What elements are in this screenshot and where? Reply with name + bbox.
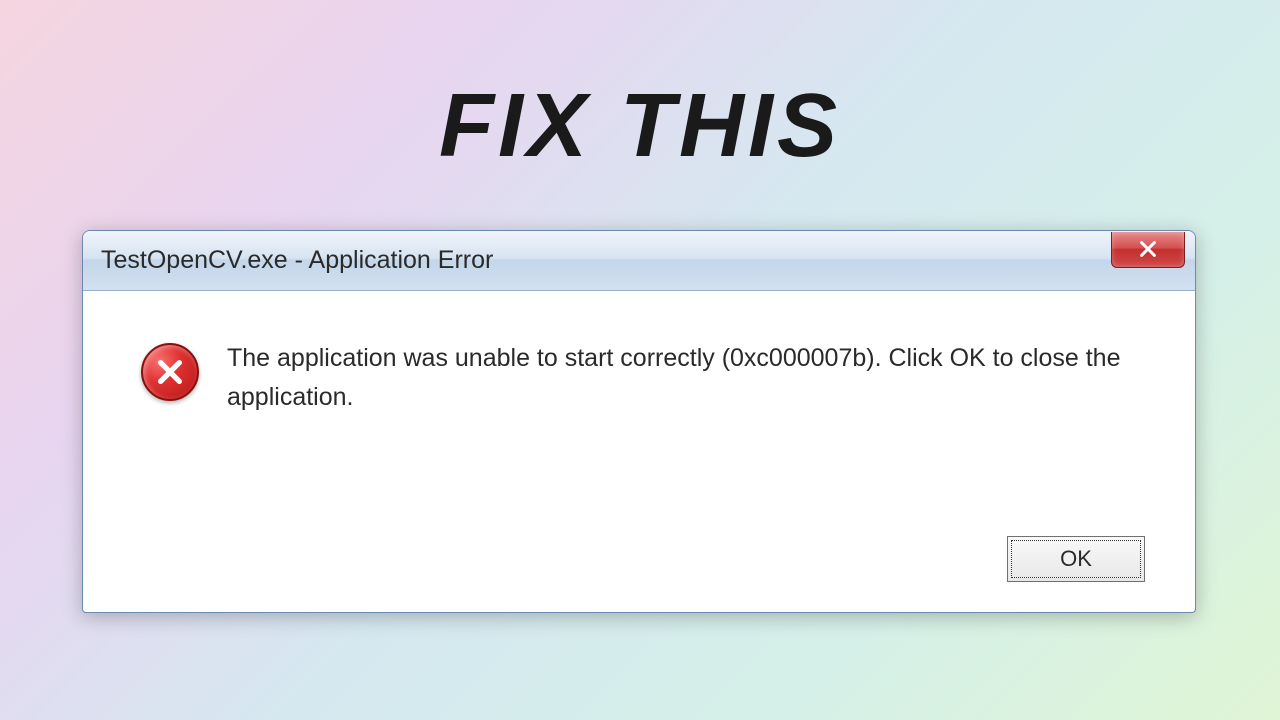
- titlebar[interactable]: TestOpenCV.exe - Application Error: [83, 231, 1195, 291]
- content-row: The application was unable to start corr…: [113, 339, 1165, 417]
- headline-text: FIX THIS: [439, 75, 841, 178]
- dialog-body: The application was unable to start corr…: [83, 291, 1195, 536]
- button-row: OK: [83, 536, 1195, 612]
- dialog-title: TestOpenCV.exe - Application Error: [101, 246, 493, 275]
- close-icon: [1137, 238, 1159, 260]
- error-message: The application was unable to start corr…: [227, 339, 1165, 417]
- error-dialog: TestOpenCV.exe - Application Error The a…: [82, 230, 1196, 613]
- ok-button[interactable]: OK: [1007, 536, 1145, 582]
- error-icon: [141, 343, 199, 401]
- close-button[interactable]: [1111, 232, 1185, 268]
